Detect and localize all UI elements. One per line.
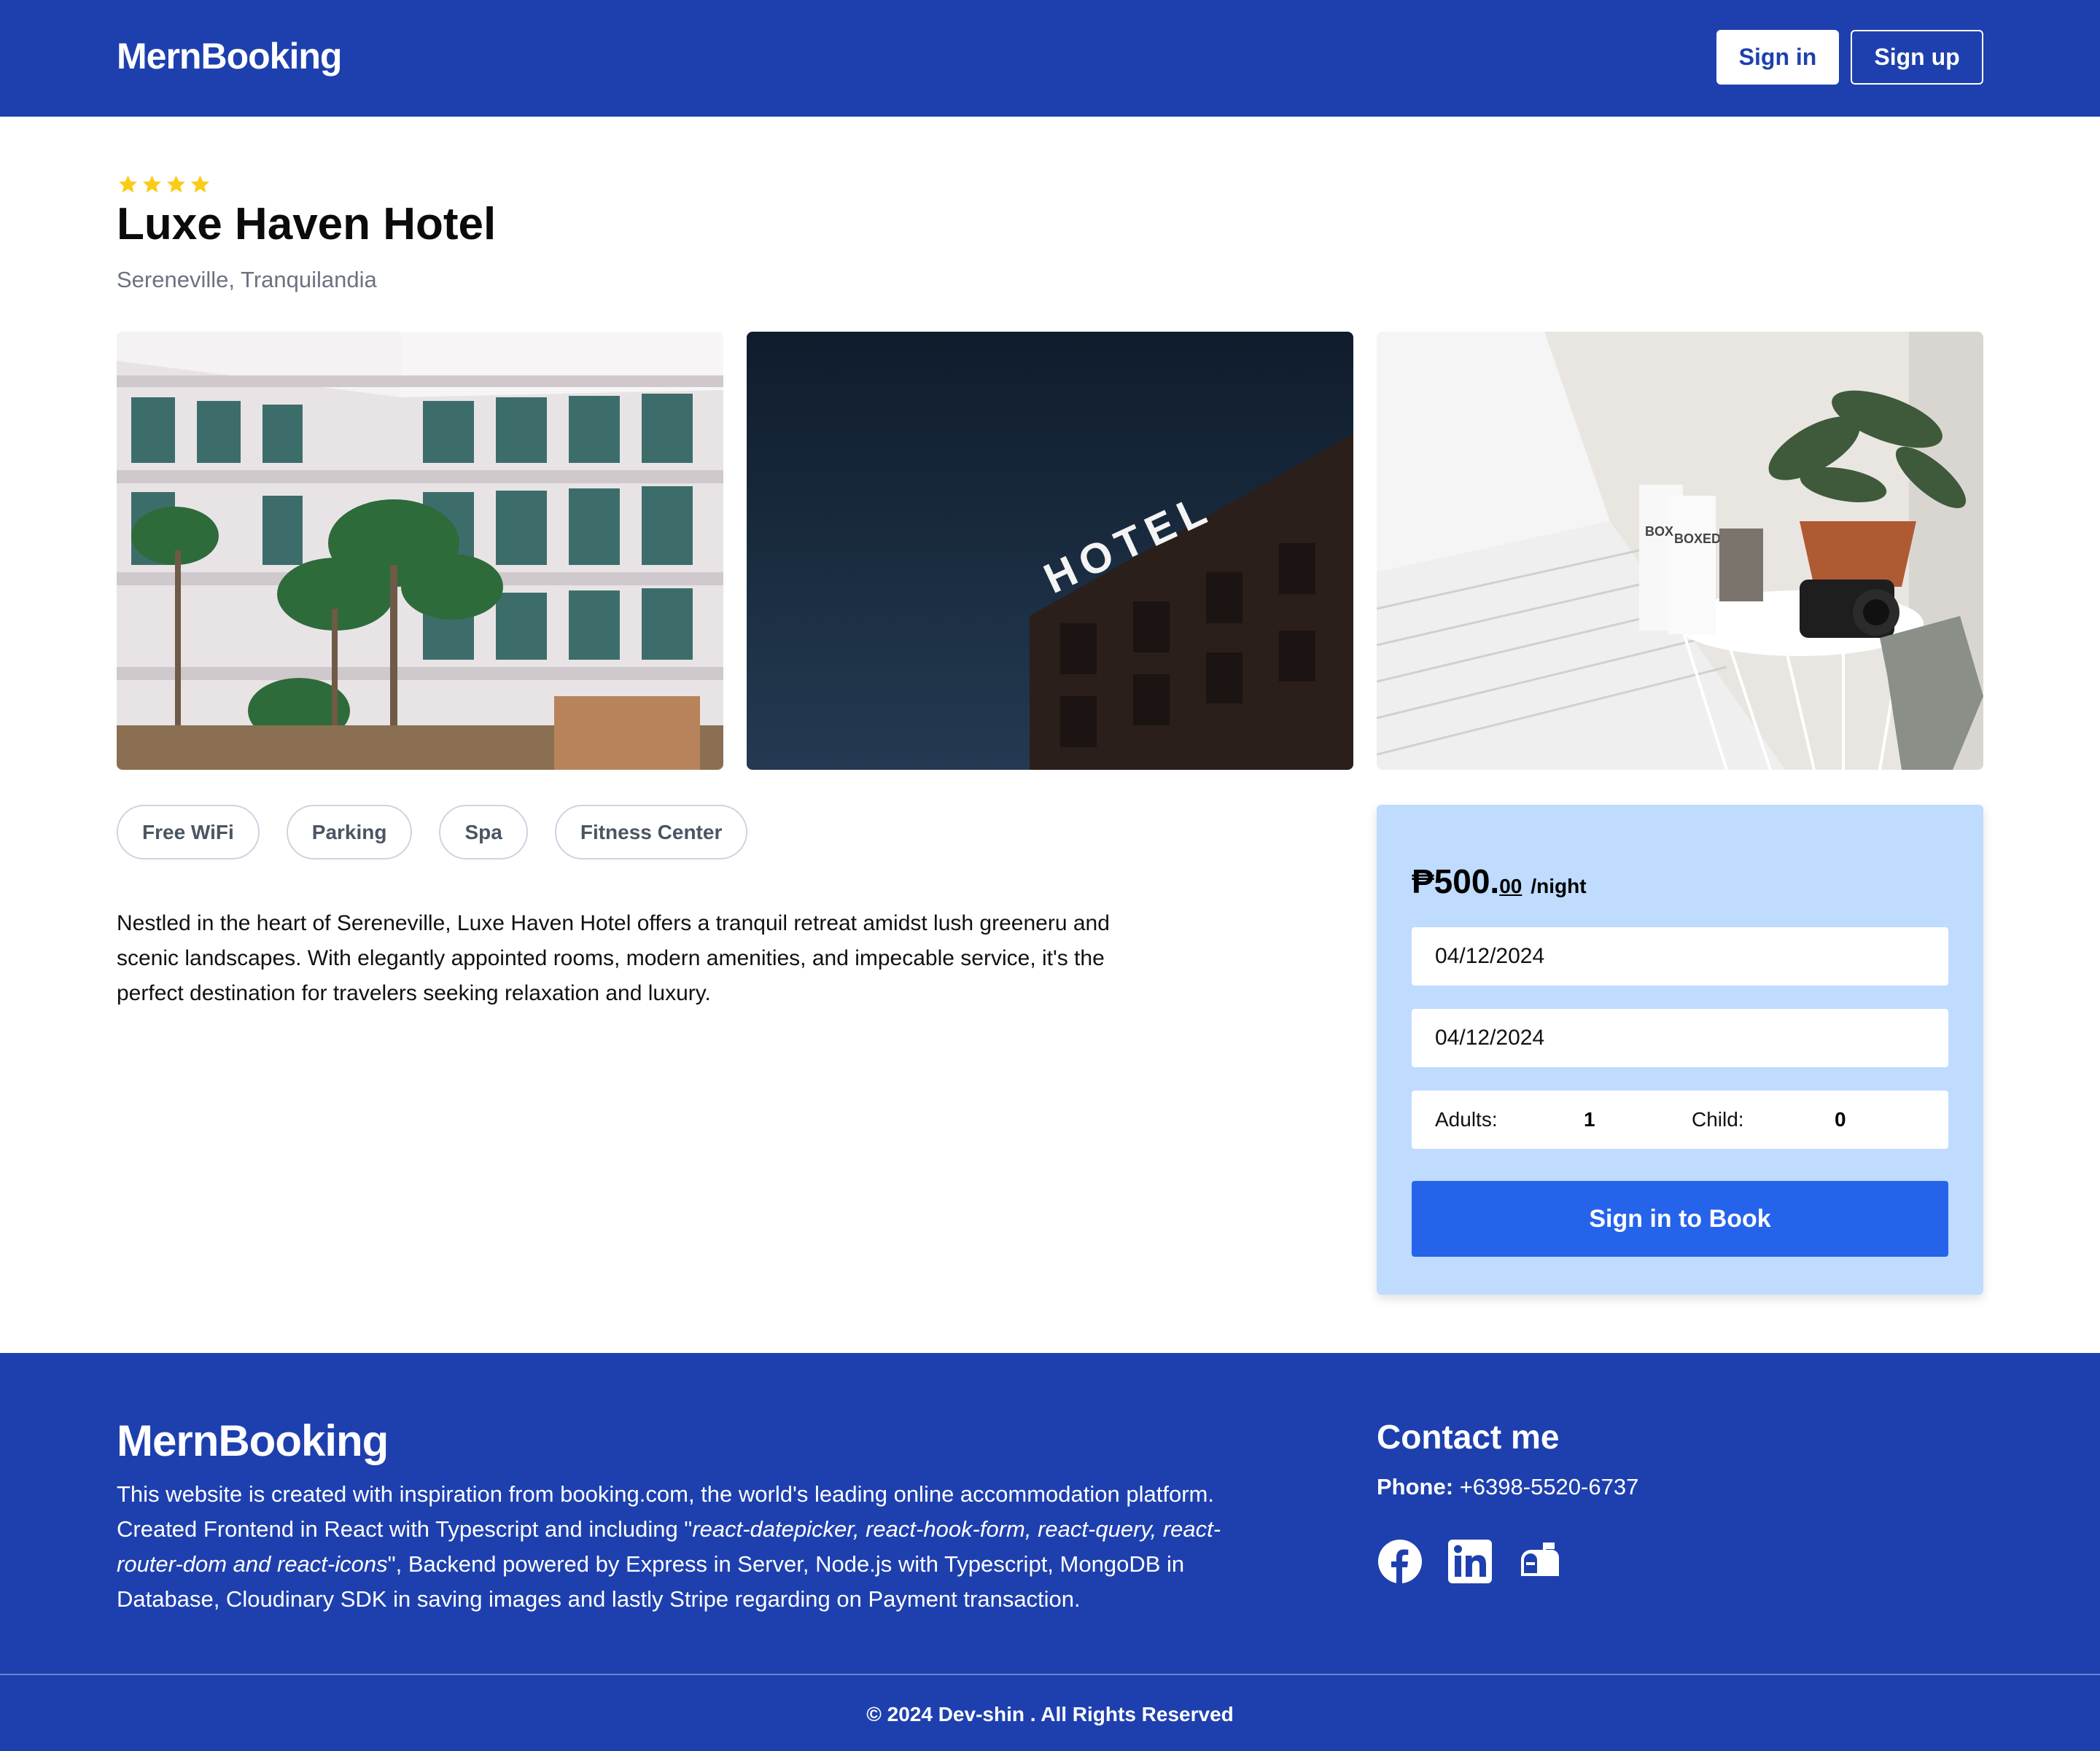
- hotel-image-sign: HOTEL: [747, 332, 1353, 770]
- facility-chip: Spa: [439, 805, 528, 859]
- footer-description: This website is created with inspiration…: [117, 1477, 1283, 1617]
- facility-chip: Free WiFi: [117, 805, 260, 859]
- svg-text:BOXED: BOXED: [1674, 531, 1721, 546]
- hotel-description: Nestled in the heart of Sereneville, Lux…: [117, 911, 1110, 1005]
- price-cents: 00: [1499, 875, 1522, 897]
- star-icon: [119, 175, 137, 193]
- contact-phone: Phone: +6398-5520-6737: [1377, 1474, 1638, 1500]
- mailbox-icon[interactable]: [1517, 1538, 1563, 1585]
- guest-count-field: Adults: 1 Child: 0: [1412, 1091, 1948, 1149]
- check-out-date-input[interactable]: 04/12/2024: [1412, 1009, 1948, 1067]
- check-in-date-input[interactable]: 04/12/2024: [1412, 927, 1948, 986]
- hotel-name: Luxe Haven Hotel: [117, 199, 497, 249]
- phone-label: Phone:: [1377, 1474, 1454, 1500]
- sign-in-to-book-button[interactable]: Sign in to Book: [1412, 1181, 1948, 1257]
- footer-brand: MernBooking: [117, 1416, 389, 1465]
- social-links: [1377, 1538, 1563, 1585]
- footer-divider: [0, 1674, 2100, 1675]
- facilities-list: Free WiFi Parking Spa Fitness Center: [117, 805, 748, 859]
- facility-chip: Fitness Center: [554, 805, 748, 859]
- phone-value: +6398-5520-6737: [1459, 1474, 1639, 1500]
- copyright-text: © 2024 Dev-shin . All Rights Reserved: [866, 1703, 1234, 1725]
- star-icon: [143, 175, 161, 193]
- adults-label: Adults:: [1435, 1108, 1498, 1131]
- adults-input[interactable]: 1: [1584, 1108, 1595, 1131]
- linkedin-icon[interactable]: [1447, 1538, 1493, 1585]
- sign-in-button[interactable]: Sign in: [1716, 30, 1839, 85]
- price-amount: ₱500.: [1412, 862, 1500, 900]
- star-icon: [167, 175, 185, 193]
- star-rating: [117, 173, 211, 195]
- brand-logo[interactable]: MernBooking: [117, 35, 342, 77]
- hotel-location: Sereneville, Tranquilandia: [117, 267, 377, 292]
- child-label: Child:: [1692, 1108, 1744, 1131]
- price-unit: /night: [1531, 875, 1587, 897]
- hotel-image-building: [117, 332, 723, 770]
- hotel-image-room: BOX BOXED: [1377, 332, 1983, 770]
- price-per-night: ₱500. 00 /night: [1412, 862, 1587, 901]
- child-input[interactable]: 0: [1835, 1108, 1846, 1131]
- facebook-icon[interactable]: [1377, 1538, 1423, 1585]
- site-header: MernBooking Sign in Sign up: [0, 0, 2100, 117]
- star-icon: [191, 175, 209, 193]
- booking-card: ₱500. 00 /night 04/12/2024 04/12/2024 Ad…: [1377, 805, 1983, 1295]
- site-footer: MernBooking This website is created with…: [0, 1353, 2100, 1751]
- contact-title: Contact me: [1377, 1418, 1560, 1456]
- svg-text:BOX: BOX: [1645, 524, 1673, 539]
- sign-up-button[interactable]: Sign up: [1851, 30, 1983, 85]
- facility-chip: Parking: [286, 805, 413, 859]
